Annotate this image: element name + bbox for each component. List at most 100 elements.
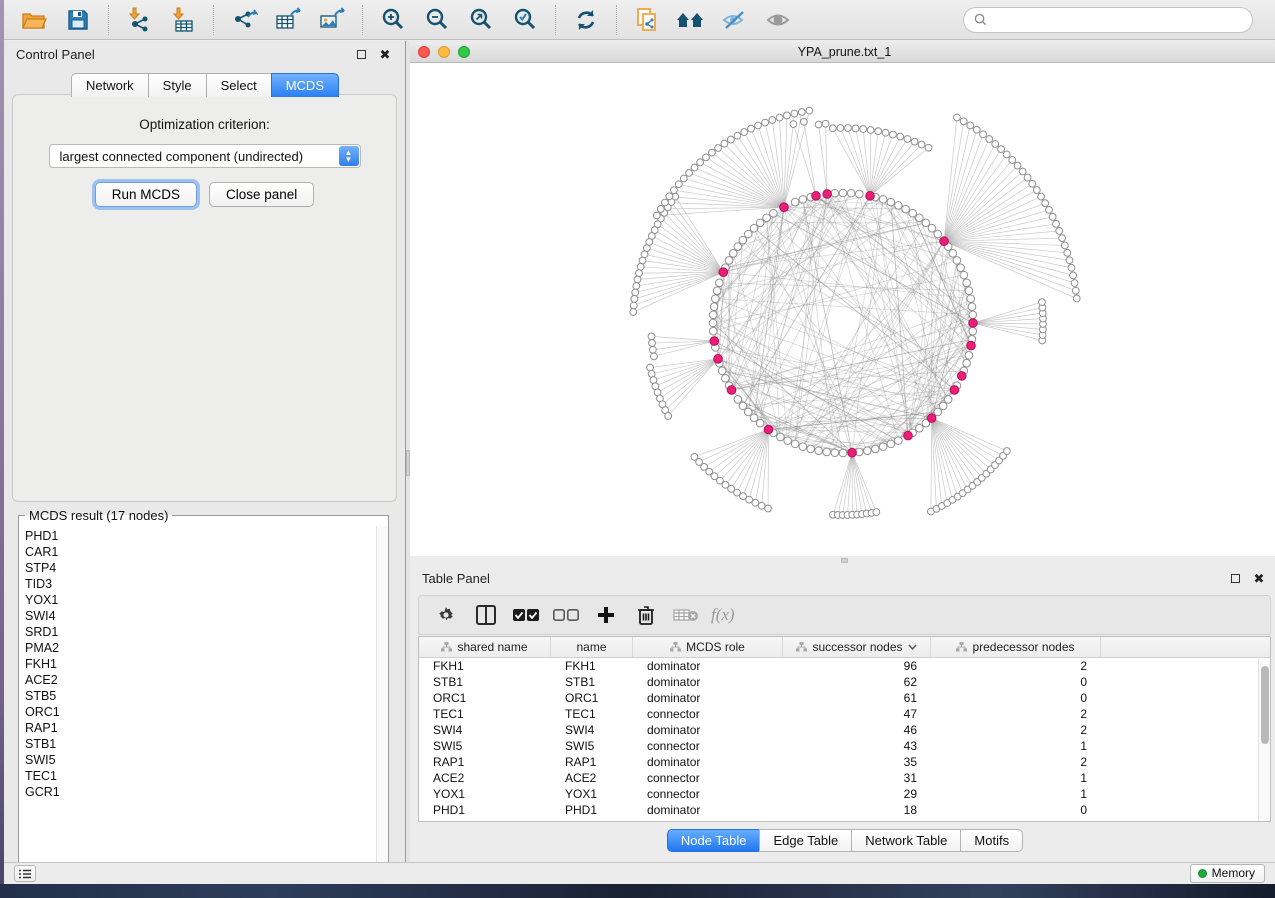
table-cell: 35 xyxy=(783,755,931,769)
table-cell: 43 xyxy=(783,739,931,753)
export-table-icon[interactable] xyxy=(268,4,308,36)
table-settings-icon[interactable] xyxy=(431,601,461,629)
tab-style[interactable]: Style xyxy=(148,73,207,97)
tab-network[interactable]: Network xyxy=(71,73,149,97)
import-table-icon[interactable] xyxy=(163,4,203,36)
column-header-predecessor-nodes[interactable]: predecessor nodes xyxy=(931,637,1101,657)
search-field[interactable] xyxy=(963,7,1253,33)
column-header-shared-name[interactable]: shared name xyxy=(419,637,551,657)
table-row[interactable]: SWI5SWI5connector431 xyxy=(419,738,1270,754)
table-cell: 62 xyxy=(783,675,931,689)
select-all-icon[interactable] xyxy=(511,601,541,629)
table-cell: connector xyxy=(633,787,783,801)
tab-select[interactable]: Select xyxy=(206,73,272,97)
close-panel-icon[interactable]: ✖ xyxy=(377,46,393,62)
mcds-result-item[interactable]: ACE2 xyxy=(25,672,376,688)
table-row[interactable]: FKH1FKH1dominator962 xyxy=(419,658,1270,674)
mcds-result-item[interactable]: ORC1 xyxy=(25,704,376,720)
table-row[interactable]: TEC1TEC1connector472 xyxy=(419,706,1270,722)
zoom-out-icon[interactable] xyxy=(417,4,457,36)
table-cell: STB1 xyxy=(419,675,551,689)
task-history-button[interactable] xyxy=(14,865,36,882)
mcds-result-item[interactable]: GCR1 xyxy=(25,784,376,800)
list-icon xyxy=(19,869,31,879)
table-cell: ORC1 xyxy=(419,691,551,705)
criterion-select[interactable]: largest connected component (undirected)… xyxy=(49,144,361,168)
import-network-icon[interactable] xyxy=(119,4,159,36)
run-mcds-button[interactable]: Run MCDS xyxy=(95,182,197,207)
tab-network-table[interactable]: Network Table xyxy=(851,829,961,852)
split-view-icon[interactable] xyxy=(471,601,501,629)
mcds-result-item[interactable]: PHD1 xyxy=(25,528,376,544)
mcds-result-item[interactable]: STB1 xyxy=(25,736,376,752)
refresh-icon[interactable] xyxy=(566,4,606,36)
mcds-result-item[interactable]: TEC1 xyxy=(25,768,376,784)
open-file-icon[interactable] xyxy=(14,4,54,36)
table-cell: 18 xyxy=(783,803,931,817)
horizontal-splitter[interactable] xyxy=(410,556,1275,565)
tab-node-table[interactable]: Node Table xyxy=(667,829,761,852)
show-all-icon[interactable] xyxy=(759,4,799,36)
mcds-result-item[interactable]: YOX1 xyxy=(25,592,376,608)
mcds-result-box: MCDS result (17 nodes) PHD1CAR1STP4TID3Y… xyxy=(18,508,389,879)
mcds-result-item[interactable]: SWI5 xyxy=(25,752,376,768)
delete-column-icon[interactable] xyxy=(631,601,661,629)
first-neighbors-icon[interactable] xyxy=(671,4,711,36)
duplicate-network-icon[interactable] xyxy=(627,4,667,36)
table-row[interactable]: PHD1PHD1dominator180 xyxy=(419,802,1270,818)
mcds-result-item[interactable]: PMA2 xyxy=(25,640,376,656)
tab-edge-table[interactable]: Edge Table xyxy=(759,829,852,852)
table-row[interactable]: ACE2ACE2connector311 xyxy=(419,770,1270,786)
hide-selected-icon[interactable] xyxy=(715,4,755,36)
table-cell: dominator xyxy=(633,755,783,769)
mcds-result-list[interactable]: PHD1CAR1STP4TID3YOX1SWI4SRD1PMA2FKH1ACE2… xyxy=(19,526,376,878)
tab-motifs[interactable]: Motifs xyxy=(960,829,1023,852)
mcds-result-item[interactable]: CAR1 xyxy=(25,544,376,560)
network-view-panel: YPA_prune.txt_1 xyxy=(410,41,1275,556)
table-scrollbar[interactable] xyxy=(1258,658,1270,821)
table-row[interactable]: SWI4SWI4dominator462 xyxy=(419,722,1270,738)
table-panel: Table Panel ✖ f(x) shared namenameMCDS r… xyxy=(410,565,1275,862)
zoom-selected-icon[interactable] xyxy=(505,4,545,36)
mcds-result-item[interactable]: TID3 xyxy=(25,576,376,592)
close-table-panel-icon[interactable]: ✖ xyxy=(1251,570,1267,586)
zoom-fit-icon[interactable] xyxy=(461,4,501,36)
mcds-result-item[interactable]: STB5 xyxy=(25,688,376,704)
table-row[interactable]: ORC1ORC1dominator610 xyxy=(419,690,1270,706)
add-column-icon[interactable] xyxy=(591,601,621,629)
table-cell: connector xyxy=(633,739,783,753)
control-panel: Control Panel ✖ Network Style Select MCD… xyxy=(4,41,405,862)
apply-function-icon: f(x) xyxy=(711,605,735,625)
table-cell: PHD1 xyxy=(419,803,551,817)
close-panel-button[interactable]: Close panel xyxy=(209,182,314,207)
mcds-result-item[interactable]: RAP1 xyxy=(25,720,376,736)
table-header-row: shared namenameMCDS rolesuccessor nodesp… xyxy=(419,637,1270,658)
export-image-icon[interactable] xyxy=(312,4,352,36)
search-input[interactable] xyxy=(993,13,1242,27)
network-window-titlebar[interactable]: YPA_prune.txt_1 xyxy=(410,41,1275,63)
deselect-all-icon[interactable] xyxy=(551,601,581,629)
mcds-result-item[interactable]: SWI4 xyxy=(25,608,376,624)
table-toolbar: f(x) xyxy=(418,595,1271,635)
memory-button[interactable]: Memory xyxy=(1190,864,1265,883)
float-table-panel-icon[interactable] xyxy=(1227,570,1243,586)
table-row[interactable]: RAP1RAP1dominator352 xyxy=(419,754,1270,770)
mcds-result-item[interactable]: SRD1 xyxy=(25,624,376,640)
tab-mcds[interactable]: MCDS xyxy=(271,73,339,97)
network-canvas[interactable] xyxy=(410,63,1275,556)
save-session-icon[interactable] xyxy=(58,4,98,36)
column-header-MCDS-role[interactable]: MCDS role xyxy=(633,637,783,657)
export-network-icon[interactable] xyxy=(224,4,264,36)
mcds-result-item[interactable]: FKH1 xyxy=(25,656,376,672)
table-cell: RAP1 xyxy=(419,755,551,769)
table-row[interactable]: YOX1YOX1connector291 xyxy=(419,786,1270,802)
column-header-name[interactable]: name xyxy=(551,637,633,657)
zoom-in-icon[interactable] xyxy=(373,4,413,36)
mcds-list-scrollbar[interactable] xyxy=(376,526,388,878)
table-cell: 31 xyxy=(783,771,931,785)
float-panel-icon[interactable] xyxy=(353,46,369,62)
column-header-successor-nodes[interactable]: successor nodes xyxy=(783,637,931,657)
table-cell: ACE2 xyxy=(551,771,633,785)
table-row[interactable]: STB1STB1dominator620 xyxy=(419,674,1270,690)
mcds-result-item[interactable]: STP4 xyxy=(25,560,376,576)
